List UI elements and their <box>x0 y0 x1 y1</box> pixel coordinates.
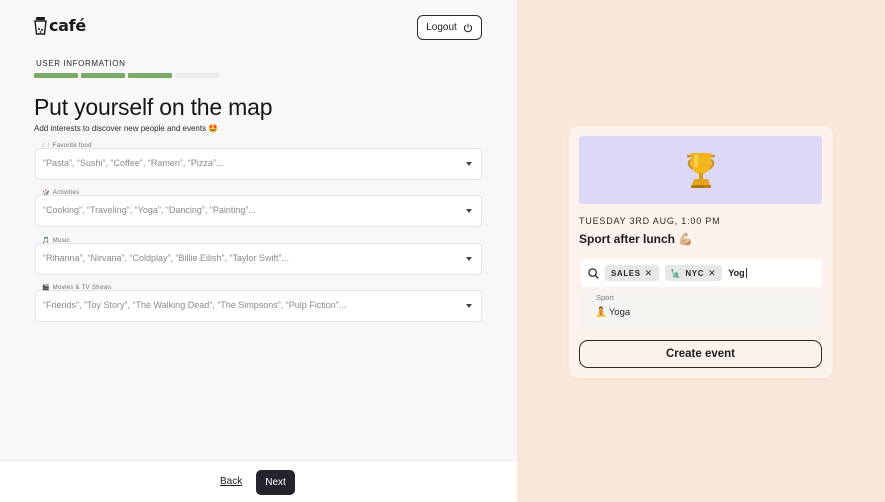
chevron-down-icon[interactable] <box>466 162 472 166</box>
event-date: TUESDAY 3RD AUG, 1:00 PM <box>579 216 721 226</box>
movies-field[interactable]: 🎬 Movies & TV Shows “Friends”, “Toy Stor… <box>35 284 482 322</box>
progress-segment <box>175 73 219 78</box>
tag-label: SALES <box>611 268 641 278</box>
trophy-icon <box>686 153 715 188</box>
remove-tag-icon[interactable]: ✕ <box>708 268 716 279</box>
tag-chip-sales: SALES ✕ <box>605 265 659 281</box>
progress-segment <box>81 73 125 78</box>
event-banner <box>579 136 822 204</box>
field-placeholder: “Friends”, “Toy Story”, “The Walking Dea… <box>43 300 347 310</box>
chevron-down-icon[interactable] <box>466 304 472 308</box>
field-placeholder: “Rihanna”, “Nirvana”, “Coldplay”, “Billi… <box>43 253 290 263</box>
search-icon <box>588 267 599 279</box>
event-preview-card: TUESDAY 3RD AUG, 1:00 PM Sport after lun… <box>569 126 833 378</box>
suggestion-option-yoga[interactable]: 🧘 Yoga <box>595 307 630 318</box>
suggestion-group-label: Sport <box>596 293 614 302</box>
event-title: Sport after lunch 💪🏼 <box>579 232 694 246</box>
cafe-logo[interactable]: café <box>34 16 86 35</box>
text-cursor <box>745 268 747 279</box>
field-placeholder: “Pasta”, “Sushi”, “Coffee”, “Ramen”, “Pi… <box>43 158 224 168</box>
clapperboard-icon: 🎬 <box>42 285 50 291</box>
next-button[interactable]: Next <box>256 470 295 495</box>
progress-bar <box>34 73 219 78</box>
preview-panel: TUESDAY 3RD AUG, 1:00 PM Sport after lun… <box>517 0 885 502</box>
step-label: USER INFORMATION <box>36 59 126 68</box>
create-event-button[interactable]: Create event <box>579 340 822 368</box>
field-label: 🎬 Movies & TV Shows <box>42 284 112 292</box>
back-button[interactable]: Back <box>220 476 242 487</box>
suggestion-dropdown: Sport 🧘 Yoga <box>581 289 822 329</box>
music-field[interactable]: 🎵 Music “Rihanna”, “Nirvana”, “Coldplay”… <box>35 237 482 275</box>
dice-icon: 🎲 <box>42 190 50 196</box>
yoga-icon: 🧘 <box>595 307 607 318</box>
tag-label: NYC <box>685 268 705 278</box>
chevron-down-icon[interactable] <box>466 257 472 261</box>
remove-tag-icon[interactable]: ✕ <box>645 268 653 279</box>
brand-name: café <box>49 16 86 35</box>
progress-segment <box>128 73 172 78</box>
statue-of-liberty-icon: 🗽 <box>670 268 682 278</box>
onboarding-panel: café Logout USER INFORMATION Put yoursel… <box>0 0 517 502</box>
field-label: 🎲 Activities <box>42 189 80 197</box>
tag-chip-nyc: 🗽 NYC ✕ <box>664 265 723 281</box>
interest-search-input[interactable]: SALES ✕ 🗽 NYC ✕ Yog <box>581 259 822 287</box>
cup-icon <box>34 16 47 35</box>
favorite-food-field[interactable]: 🍽️ Favorite food “Pasta”, “Sushi”, “Coff… <box>35 142 482 180</box>
logout-button[interactable]: Logout <box>417 15 482 40</box>
power-icon <box>463 23 472 32</box>
field-label: 🎵 Music <box>42 237 70 245</box>
page-subtitle: Add interests to discover new people and… <box>34 124 219 133</box>
activities-field[interactable]: 🎲 Activities “Cooking”, “Traveling”, “Yo… <box>35 189 482 227</box>
fork-knife-icon: 🍽️ <box>42 143 50 149</box>
music-note-icon: 🎵 <box>42 238 50 244</box>
page-title: Put yourself on the map <box>34 94 273 120</box>
search-typed-text[interactable]: Yog <box>728 268 747 279</box>
option-label: Yoga <box>608 307 631 318</box>
field-placeholder: “Cooking”, “Traveling”, “Yoga”, “Dancing… <box>43 205 256 215</box>
progress-segment <box>34 73 78 78</box>
logout-label: Logout <box>426 22 457 33</box>
chevron-down-icon[interactable] <box>466 209 472 213</box>
field-label: 🍽️ Favorite food <box>42 142 92 150</box>
